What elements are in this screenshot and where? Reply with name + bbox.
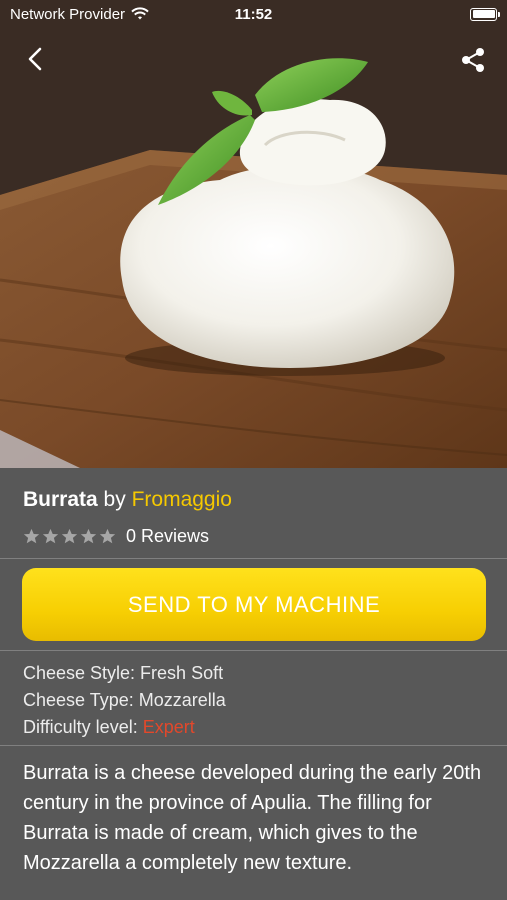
star-rating xyxy=(23,528,116,545)
product-info-panel: Burrata by Fromaggio 0 Reviews SEND TO M… xyxy=(0,468,507,900)
burrata-photo xyxy=(0,0,507,468)
difficulty-label: Difficulty level: xyxy=(23,717,143,737)
rating-row[interactable]: 0 Reviews xyxy=(23,526,209,547)
share-button[interactable] xyxy=(459,46,487,74)
product-title: Burrata by Fromaggio xyxy=(23,488,232,512)
status-bar: Network Provider 11:52 xyxy=(0,0,507,28)
cheese-style: Cheese Style: Fresh Soft xyxy=(23,663,224,683)
star-icon xyxy=(23,528,40,544)
product-name: Burrata xyxy=(23,488,98,511)
spec-list: Cheese Style: Fresh Soft Cheese Type: Mo… xyxy=(23,660,226,741)
product-description: Burrata is a cheese developed during the… xyxy=(23,762,482,874)
carrier-label: Network Provider xyxy=(10,5,126,23)
star-icon xyxy=(99,528,116,544)
star-icon xyxy=(42,528,59,544)
reviews-count[interactable]: 0 Reviews xyxy=(126,526,209,547)
wifi-icon xyxy=(131,7,149,20)
status-time: 11:52 xyxy=(234,5,273,23)
divider xyxy=(0,558,507,559)
divider xyxy=(0,650,507,651)
send-to-my-machine-button[interactable]: SEND TO MY MACHINE xyxy=(22,568,486,641)
star-icon xyxy=(61,528,78,544)
share-icon xyxy=(462,48,484,72)
divider xyxy=(0,745,507,746)
star-icon xyxy=(80,528,97,544)
chevron-left-icon xyxy=(28,47,42,71)
back-button[interactable] xyxy=(20,44,50,74)
difficulty-value: Expert xyxy=(142,717,195,737)
difficulty-level: Difficulty level: Expert xyxy=(23,714,226,741)
cheese-type: Cheese Type: Mozzarella xyxy=(23,690,226,710)
hero-image xyxy=(0,0,507,468)
product-by-label: by xyxy=(103,488,126,511)
product-brand-link[interactable]: Fromaggio xyxy=(132,488,232,511)
battery-icon xyxy=(470,7,500,21)
